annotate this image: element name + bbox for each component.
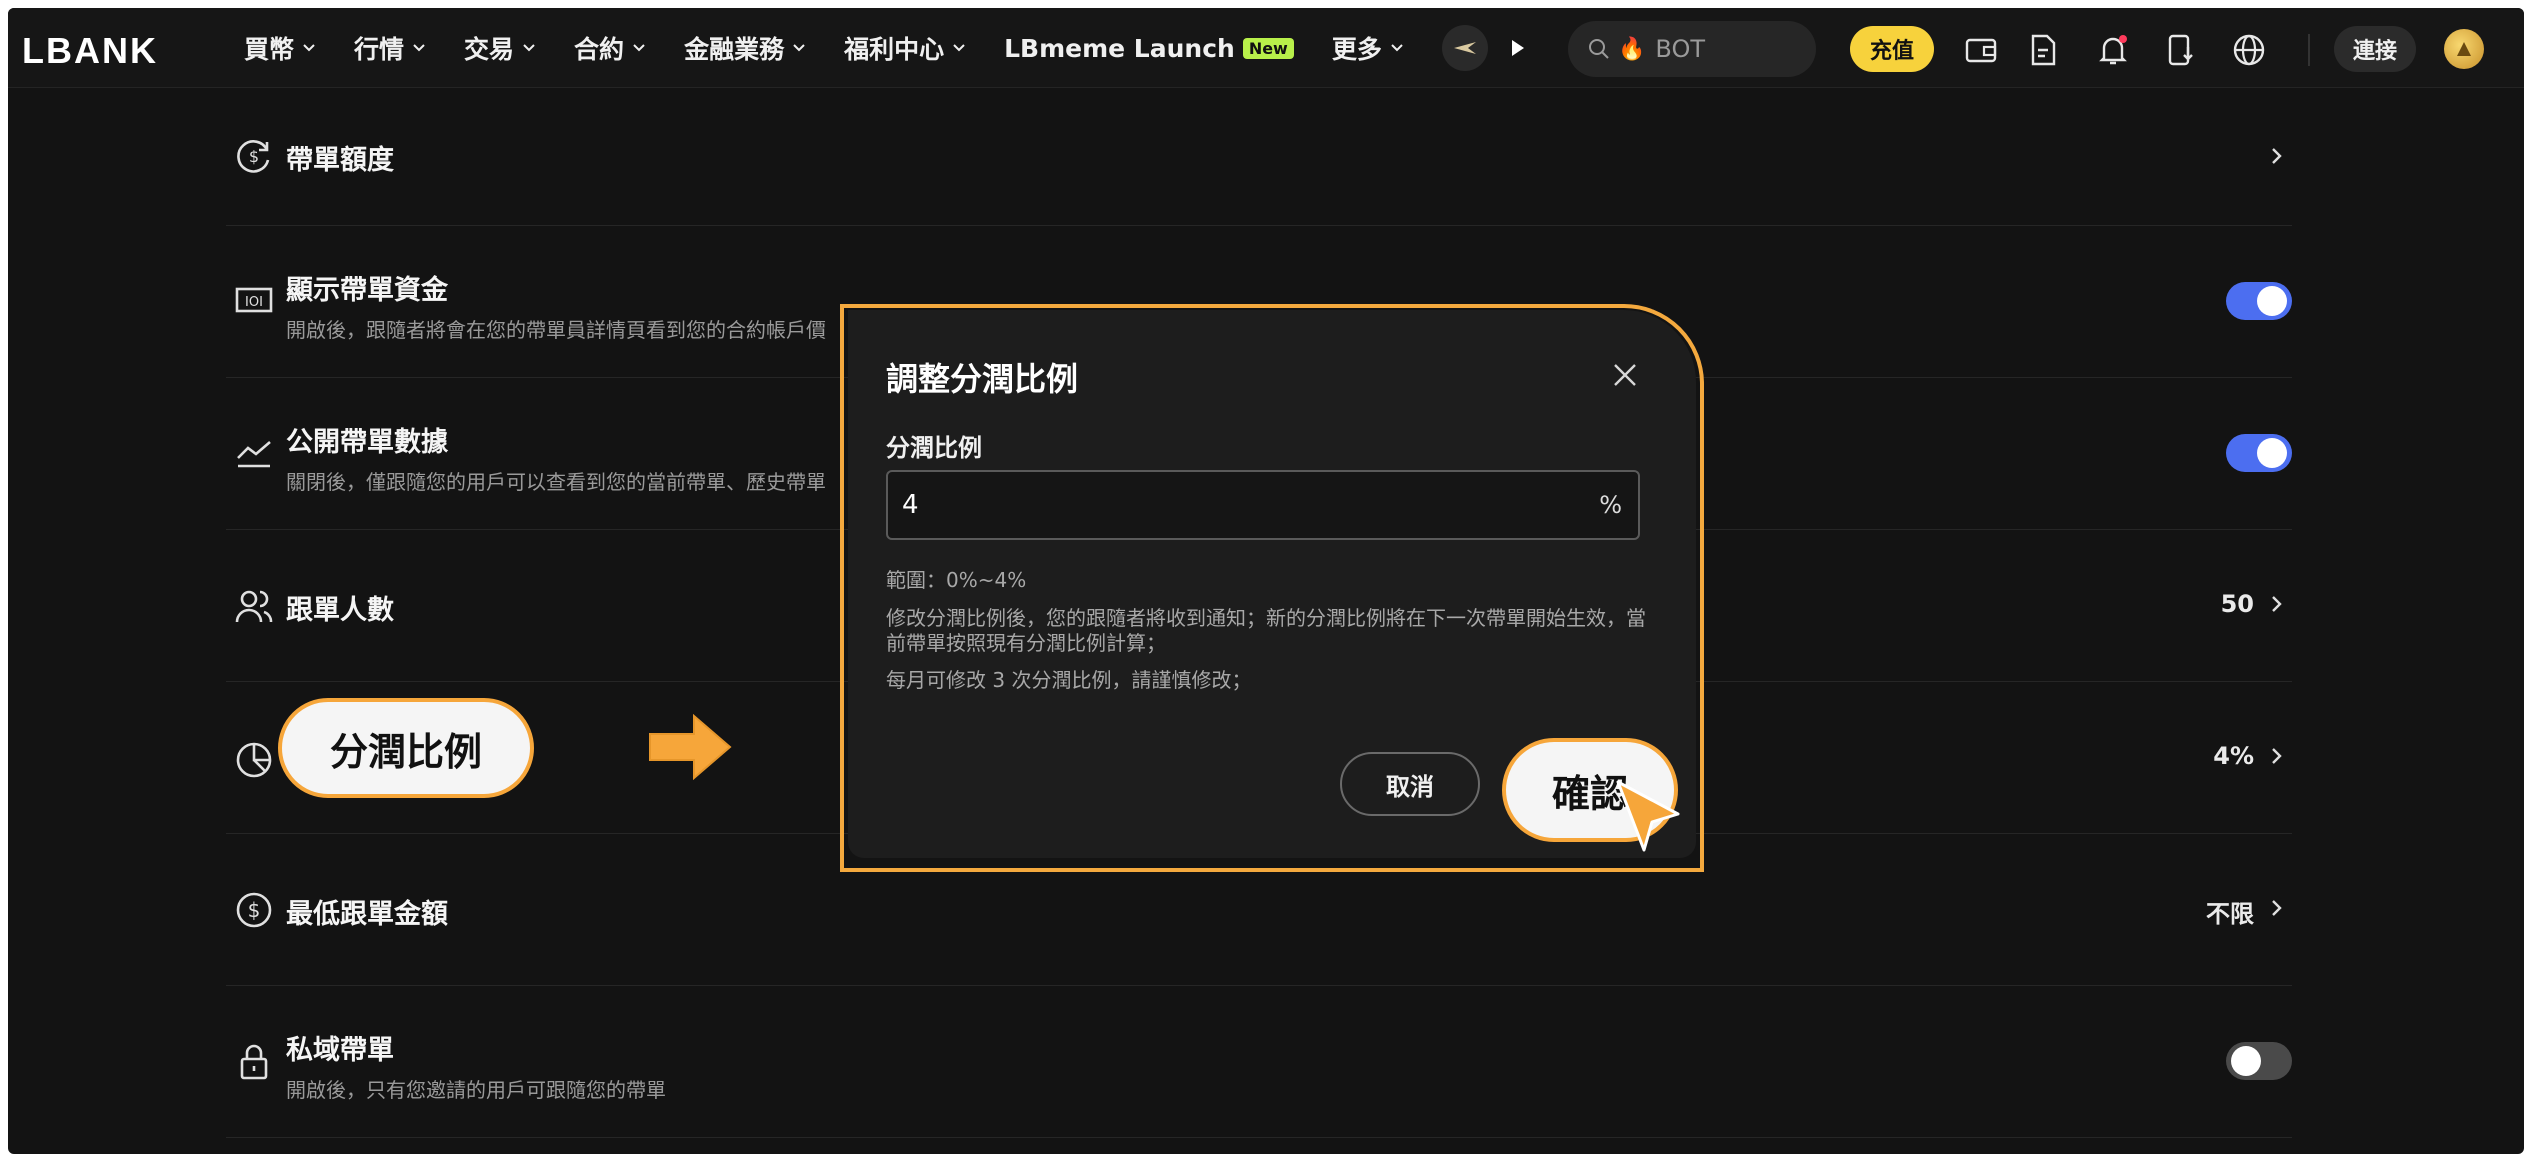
setting-row-quota[interactable]: $ 帶單額度 [226, 88, 2292, 226]
search-icon [1589, 39, 1609, 59]
refresh-dollar-icon: $ [237, 140, 270, 173]
dialog-title: 調整分潤比例 [886, 360, 1079, 398]
chevron-right-icon [2272, 596, 2282, 612]
menu-label: 交易 [464, 35, 515, 64]
menu-label: 買幣 [244, 35, 295, 64]
profit-share-input[interactable] [902, 472, 1562, 538]
lock-icon [240, 1044, 268, 1080]
range-note: 範圍：0%~4% [886, 568, 1027, 592]
connect-button[interactable]: 連接 [2334, 26, 2416, 72]
svg-text:IOI: IOI [245, 295, 263, 310]
svg-text:$: $ [248, 898, 261, 922]
chevron-down-icon [523, 44, 535, 52]
menu-rewards[interactable]: 福利中心 [844, 30, 966, 66]
money-bill-icon: IOI [235, 287, 273, 313]
toggle-knob [2231, 1046, 2261, 1076]
setting-title: 最低跟單金額 [286, 899, 448, 930]
setting-title: 公開帶單數據 [286, 427, 448, 458]
chart-line-icon [237, 441, 271, 468]
arrow-right-icon [649, 714, 732, 780]
menu-finance[interactable]: 金融業務 [684, 30, 806, 66]
profit-share-field: % [886, 470, 1640, 540]
chevron-down-icon [1391, 44, 1403, 52]
avatar[interactable] [2444, 29, 2484, 69]
field-label: 分潤比例 [886, 434, 982, 462]
private-toggle[interactable] [2226, 1042, 2292, 1080]
chevron-down-icon [303, 44, 315, 52]
setting-description: 關閉後，僅跟隨您的用戶可以查看到您的當前帶單、歷史帶單 [286, 470, 826, 494]
menu-trade[interactable]: 交易 [464, 30, 536, 66]
dollar-circle-icon: $ [236, 892, 272, 928]
users-icon [235, 590, 273, 623]
monthly-limit-text: 每月可修改 3 次分潤比例，請謹慎修改； [886, 668, 1252, 692]
chevron-right-icon [2272, 748, 2282, 764]
chevron-down-icon [793, 44, 805, 52]
setting-title: 顯示帶單資金 [286, 275, 448, 306]
fire-icon: 🔥 [1618, 36, 1646, 62]
profit-share-callout: 分潤比例 [278, 698, 534, 798]
app-window: LBANK 買幣 行情 交易 合約 金融業務 福利中心 LBmeme Launc… [8, 8, 2524, 1154]
setting-title: 私域帶單 [286, 1035, 394, 1066]
pie-chart-icon [236, 742, 272, 778]
chevron-right-icon [2272, 900, 2282, 916]
chevron-right-icon [2272, 148, 2282, 164]
percent-unit: % [1599, 491, 1622, 519]
menu-label: LBmeme Launch [1004, 33, 1235, 63]
setting-value: 50 [2220, 590, 2254, 618]
menu-lbmeme-launch[interactable]: LBmeme Launch New [1004, 34, 1294, 63]
chevron-down-icon [413, 44, 425, 52]
setting-description: 開啟後，跟隨者將會在您的帶單員詳情頁看到您的合約帳戶價 [286, 318, 826, 342]
user-avatar-icon [2457, 42, 2471, 56]
search-box[interactable]: 🔥 BOT [1568, 21, 1816, 77]
new-badge: New [1242, 37, 1294, 59]
menu-label: 金融業務 [684, 35, 785, 64]
show-funds-toggle[interactable] [2226, 282, 2292, 320]
plane-icon [1453, 42, 1476, 54]
menu-more[interactable]: 更多 [1332, 30, 1404, 66]
globe-icon[interactable] [2232, 33, 2266, 67]
setting-title: 帶單額度 [286, 145, 394, 176]
chevron-down-icon [953, 44, 965, 52]
setting-description: 開啟後，只有您邀請的用戶可跟隨您的帶單 [286, 1078, 666, 1102]
notice-text: 修改分潤比例後，您的跟隨者將收到通知；新的分潤比例將在下一次帶單開始生效，當前帶… [886, 606, 1646, 655]
search-placeholder: BOT [1655, 35, 1705, 63]
orders-icon[interactable] [2026, 33, 2060, 67]
menu-label: 福利中心 [844, 35, 945, 64]
cancel-button[interactable]: 取消 [1340, 752, 1480, 816]
main-menu: 買幣 行情 交易 合約 金融業務 福利中心 LBmeme Launch New … [244, 8, 1524, 88]
download-app-icon[interactable] [2164, 33, 2198, 67]
setting-title: 跟單人數 [286, 595, 394, 626]
menu-label: 合約 [574, 35, 625, 64]
promo-icon[interactable] [1441, 25, 1488, 71]
menu-label: 更多 [1331, 35, 1382, 64]
wallet-icon[interactable] [1964, 33, 1998, 67]
setting-row-private: 私域帶單 開啟後，只有您邀請的用戶可跟隨您的帶單 [226, 986, 2292, 1138]
scroll-right-icon[interactable] [1511, 40, 1524, 56]
top-nav: LBANK 買幣 行情 交易 合約 金融業務 福利中心 LBmeme Launc… [8, 8, 2524, 88]
toggle-knob [2257, 286, 2287, 316]
setting-value: 不限 [2206, 900, 2254, 928]
menu-label: 行情 [354, 35, 405, 64]
toggle-knob [2257, 438, 2287, 468]
menu-buy-crypto[interactable]: 買幣 [244, 30, 316, 66]
nav-divider [2308, 34, 2310, 66]
menu-markets[interactable]: 行情 [354, 30, 426, 66]
cursor-pointer-icon [1616, 780, 1680, 852]
chevron-down-icon [633, 44, 645, 52]
menu-futures[interactable]: 合約 [574, 30, 646, 66]
logo[interactable]: LBANK [22, 30, 158, 72]
close-icon[interactable] [1612, 362, 1638, 388]
bell-icon[interactable] [2096, 33, 2130, 67]
public-data-toggle[interactable] [2226, 434, 2292, 472]
setting-value: 4% [2213, 742, 2254, 770]
deposit-button[interactable]: 充值 [1850, 26, 1934, 72]
profit-share-dialog: 調整分潤比例 分潤比例 % 範圍：0%~4% 修改分潤比例後，您的跟隨者將收到通… [848, 310, 1696, 858]
svg-text:$: $ [249, 147, 259, 166]
